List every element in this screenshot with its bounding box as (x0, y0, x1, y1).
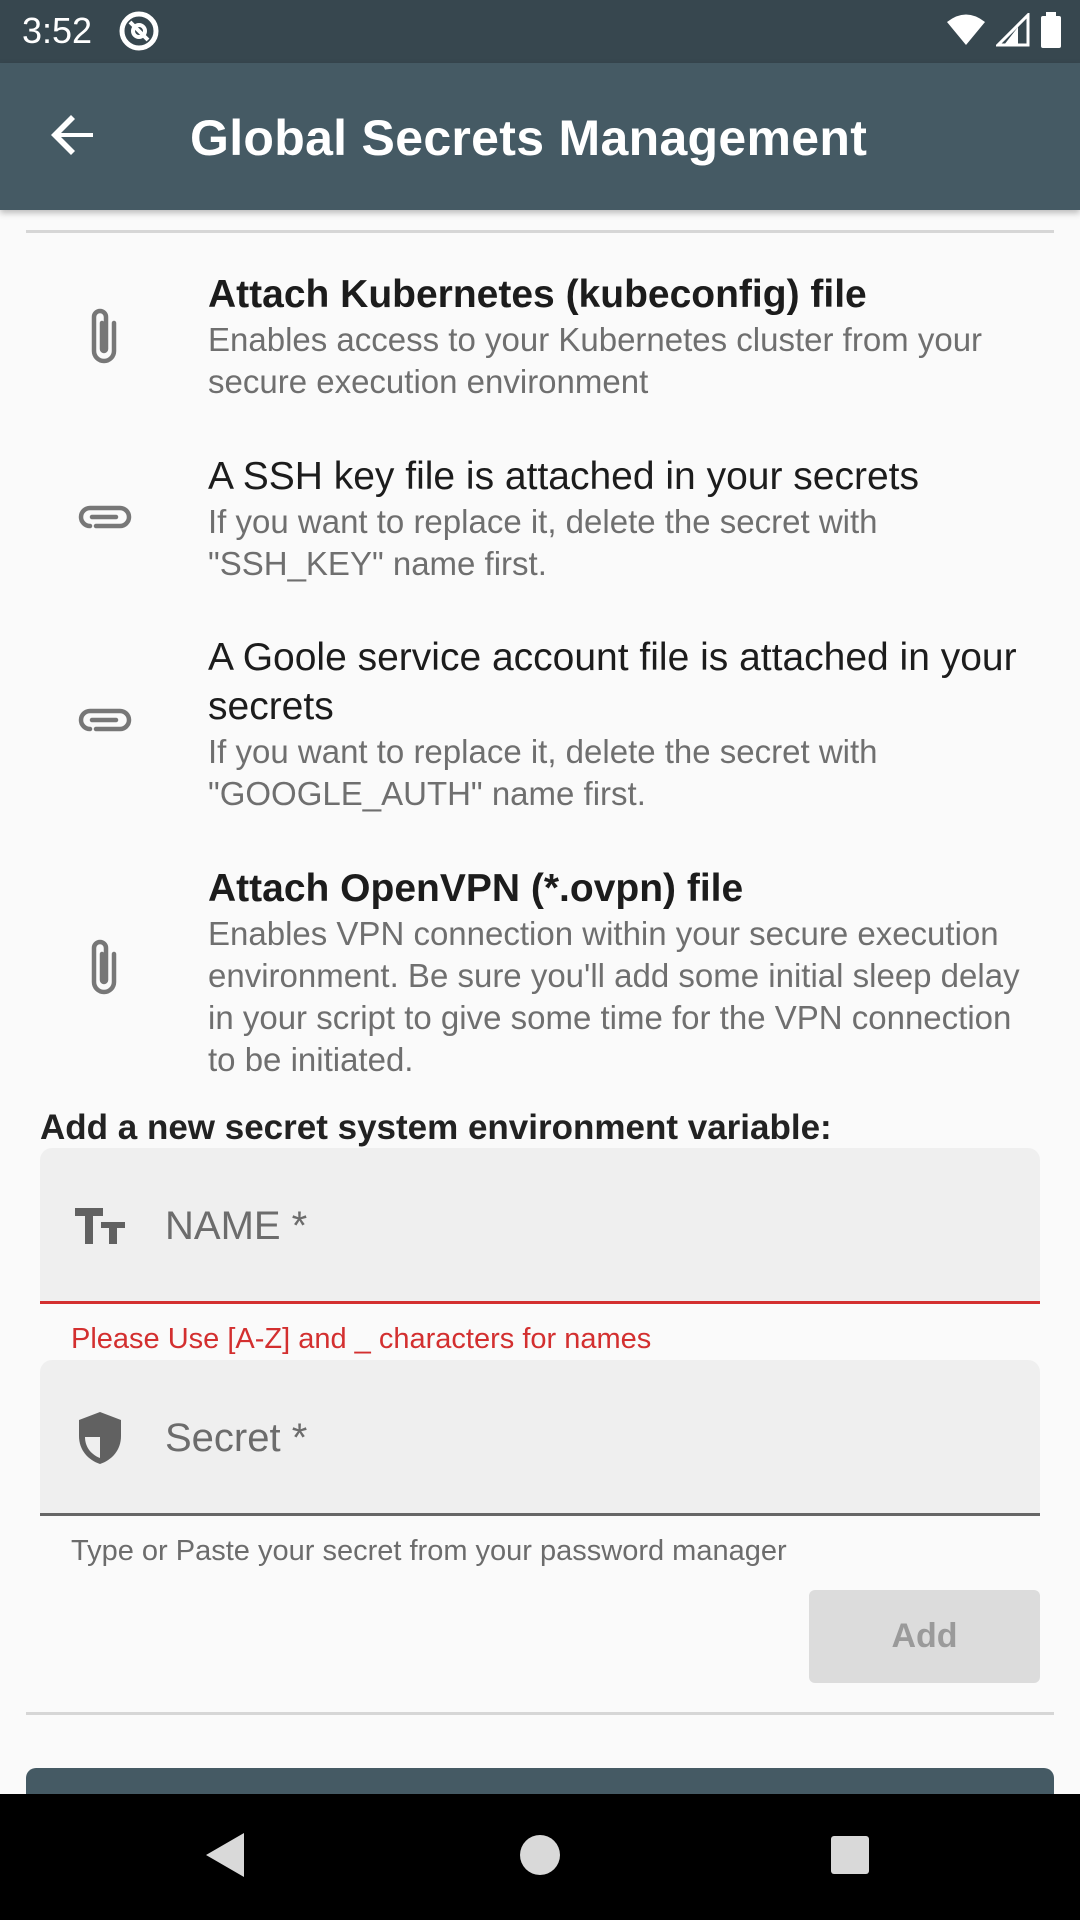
navigation-bar (0, 1794, 1080, 1920)
field-underline (40, 1513, 1040, 1516)
back-button[interactable] (46, 110, 100, 164)
item-title: A Goole service account file is attached… (208, 636, 1017, 728)
secret-field[interactable] (40, 1360, 1040, 1516)
page-title: Global Secrets Management (190, 110, 868, 166)
divider-top (26, 230, 1054, 233)
triangle-back-icon (204, 1831, 248, 1884)
wifi-icon (946, 13, 986, 52)
name-field[interactable] (40, 1148, 1040, 1304)
item-text: A Goole service account file is attached… (208, 633, 1038, 815)
at-sign-icon (118, 10, 160, 52)
paperclip-icon (72, 305, 136, 369)
battery-icon (1040, 12, 1062, 53)
item-subtitle: If you want to replace it, delete the se… (208, 733, 878, 812)
item-title: Attach OpenVPN (*.ovpn) file (208, 867, 744, 910)
attachment-icon (72, 486, 136, 550)
item-text: Attach Kubernetes (kubeconfig) file Enab… (208, 270, 1038, 403)
secret-helper-text: Type or Paste your secret from your pass… (71, 1535, 787, 1567)
attachment-icon (72, 689, 136, 753)
bottom-card (26, 1768, 1054, 1794)
arrow-back-icon (49, 111, 97, 164)
status-bar: 3:52 (0, 0, 1080, 63)
add-button[interactable]: Add (809, 1590, 1040, 1683)
shield-icon (70, 1408, 130, 1468)
item-title: A SSH key file is attached in your secre… (208, 455, 919, 498)
circle-home-icon (518, 1833, 562, 1882)
item-subtitle: Enables access to your Kubernetes cluste… (208, 321, 983, 400)
text-fields-icon (70, 1196, 130, 1256)
nav-back-button[interactable] (196, 1827, 256, 1887)
item-text: A SSH key file is attached in your secre… (208, 452, 1038, 585)
divider-bottom (26, 1712, 1054, 1715)
paperclip-icon (72, 936, 136, 1000)
item-title: Attach Kubernetes (kubeconfig) file (208, 273, 867, 316)
name-input[interactable] (165, 1148, 1015, 1304)
item-text: Attach OpenVPN (*.ovpn) file Enables VPN… (208, 864, 1038, 1081)
secret-input[interactable] (165, 1360, 1015, 1516)
status-time: 3:52 (22, 10, 93, 51)
name-error-text: Please Use [A-Z] and _ characters for na… (71, 1323, 652, 1355)
section-label: Add a new secret system environment vari… (40, 1108, 832, 1147)
status-icons (946, 11, 1062, 53)
nav-home-button[interactable] (510, 1827, 570, 1887)
item-subtitle: Enables VPN connection within your secur… (208, 915, 1020, 1078)
item-subtitle: If you want to replace it, delete the se… (208, 503, 878, 582)
signal-icon (994, 11, 1030, 52)
app-bar: Global Secrets Management (0, 63, 1080, 210)
square-recents-icon (829, 1834, 871, 1881)
secrets-content: Attach Kubernetes (kubeconfig) file Enab… (0, 210, 1080, 1794)
field-underline (40, 1301, 1040, 1304)
nav-recents-button[interactable] (820, 1827, 880, 1887)
